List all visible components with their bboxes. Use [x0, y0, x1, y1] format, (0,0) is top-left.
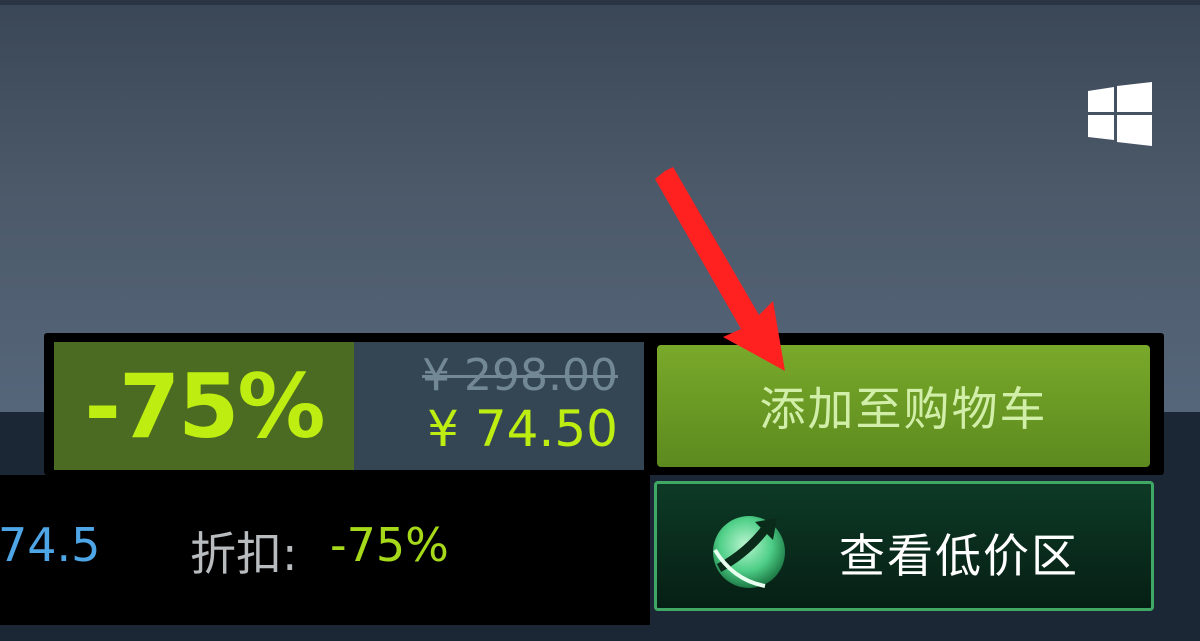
windows-icon	[1088, 82, 1152, 146]
view-low-price-region-button[interactable]: 查看低价区	[654, 481, 1154, 611]
final-price: ¥ 74.50	[427, 400, 618, 458]
price-block: ¥ 298.00 ¥ 74.50	[354, 342, 644, 470]
lowest-price-value: 74.5	[0, 518, 101, 572]
low-price-region-label: 查看低价区	[839, 529, 1079, 583]
red-arrow-annotation	[655, 167, 785, 371]
discount-value: -75%	[330, 518, 449, 572]
discount-badge: -75%	[54, 342, 354, 470]
discount-percent: -75%	[84, 354, 325, 458]
original-price: ¥ 298.00	[422, 350, 618, 401]
discount-label: 折扣:	[190, 527, 298, 581]
compass-arrow-icon	[713, 516, 785, 588]
